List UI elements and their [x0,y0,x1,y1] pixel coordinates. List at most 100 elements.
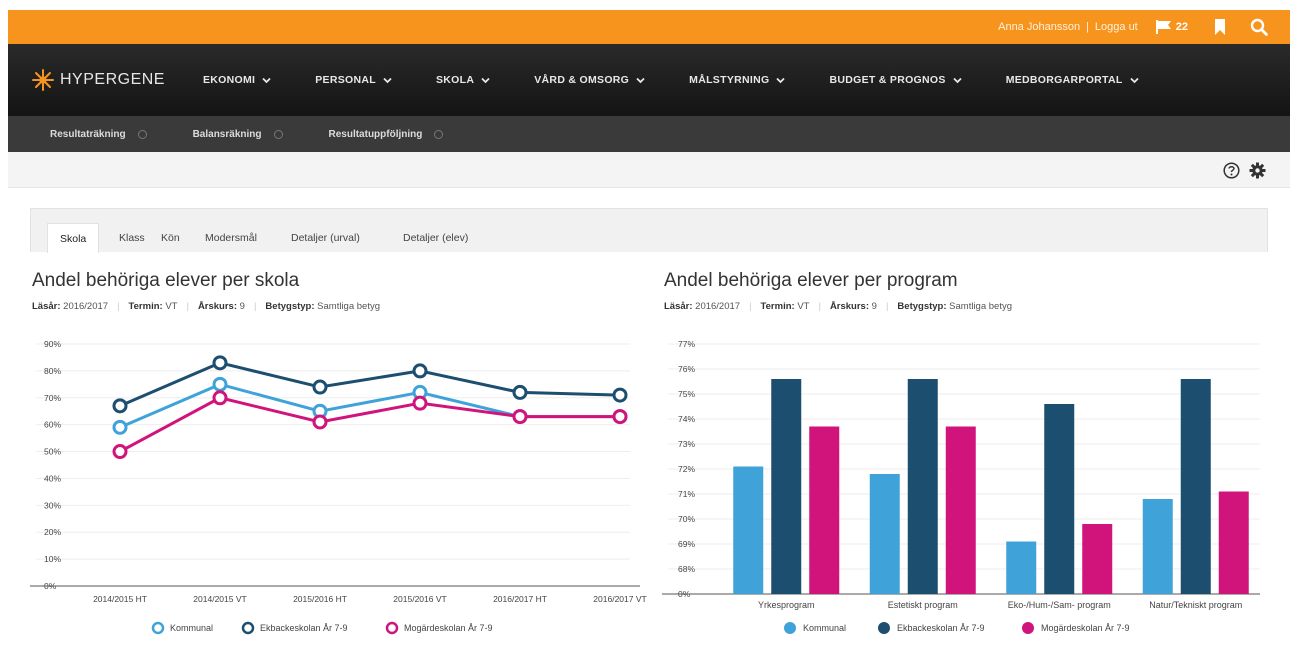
legend-label: Ekbackeskolan År 7-9 [897,623,985,633]
y-tick-label: 80% [44,366,61,376]
user-name[interactable]: Anna Johansson [998,21,1080,33]
data-point[interactable] [312,414,328,430]
bar[interactable] [1006,541,1037,595]
bar[interactable] [869,474,900,594]
bar[interactable] [771,379,802,594]
data-point[interactable] [512,409,528,425]
logout-link[interactable]: Logga ut [1095,21,1138,33]
subnav-resultatrakning[interactable]: Resultaträkning [50,129,147,140]
line-chart: 0%10%20%30%40%50%60%70%80%90%2014/2015 H… [30,339,647,635]
legend-marker [151,621,165,635]
bar[interactable] [1142,499,1173,594]
tab-kon[interactable]: Kön [149,223,192,253]
subnav-resultatuppfoljning[interactable]: Resultatuppföljning [329,129,444,140]
x-tick-label: 2014/2015 HT [93,594,147,604]
filter-value: VT [165,301,178,312]
nav-malstyrning[interactable]: MÅLSTYRNING [689,74,786,86]
legend-label: Mogärdeskolan År 7-9 [1041,623,1130,633]
y-tick-label: 69% [678,539,695,549]
y-tick-label: 77% [678,339,695,349]
bar[interactable] [945,426,976,595]
bar[interactable] [1180,379,1211,594]
nav-vard-omsorg[interactable]: VÅRD & OMSORG [534,74,645,86]
filter-value: Samtliga betyg [317,301,380,312]
series-line [119,382,620,429]
y-tick-label: 72% [678,464,695,474]
y-tick-label: 30% [44,500,61,510]
x-tick-label: Eko-/Hum-/Sam- program [1008,600,1111,610]
separator: | [885,301,889,312]
data-point[interactable] [512,384,528,400]
bar[interactable] [1082,524,1113,594]
y-tick-label: 74% [678,414,695,424]
tab-modersmal[interactable]: Modersmål [193,223,269,253]
nav-ekonomi[interactable]: EKONOMI [203,74,271,86]
y-tick-label: 75% [678,389,695,399]
tab-detaljer-urval[interactable]: Detaljer (urval) [279,223,372,253]
filter-value: Samtliga betyg [949,301,1012,312]
flag-count[interactable]: 22 [1176,21,1188,33]
y-tick-label: 76% [678,364,695,374]
circle-icon [273,129,283,139]
x-tick-label: Estetiskt program [888,600,958,610]
legend-label: Mogärdeskolan År 7-9 [404,623,493,633]
x-tick-label: 2016/2017 VT [593,594,646,604]
legend-marker [878,622,890,634]
separator: | [186,301,189,312]
nav-skola[interactable]: SKOLA [436,74,490,86]
series-line [119,361,621,408]
data-point[interactable] [412,363,428,379]
main-nav: HYPERGENE EKONOMI PERSONAL SKOLA VÅRD & … [8,44,1290,116]
data-point[interactable] [312,379,328,395]
separator: | [117,301,120,312]
chevron-down-icon [481,77,490,83]
chevron-down-icon [636,77,645,83]
data-point[interactable] [612,387,628,403]
tab-bar: Skola Klass Kön Modersmål Detaljer (urva… [30,208,1268,253]
x-tick-label: Yrkesprogram [758,600,815,610]
bar-chart-title: Andel behöriga elever per program [664,270,958,291]
separator: | [749,301,752,312]
filter-label: Läsår: [664,301,693,312]
y-tick-label: 68% [678,564,695,574]
bookmark-icon[interactable] [1214,19,1226,35]
circle-icon [137,129,147,139]
x-tick-label: 2015/2016 HT [293,594,347,604]
data-point[interactable] [412,395,428,411]
y-tick-label: 20% [44,527,61,537]
flag-icon[interactable] [1155,20,1172,34]
bar[interactable] [1218,491,1249,595]
data-point[interactable] [212,376,228,392]
legend-marker [385,621,399,635]
bar[interactable] [809,426,840,595]
y-tick-label: 90% [44,339,61,349]
legend-label: Kommunal [803,623,846,633]
x-tick-label: Natur/Tekniskt program [1149,600,1242,610]
nav-medborgarportal[interactable]: MEDBORGARPORTAL [1006,74,1139,86]
y-tick-label: 40% [44,473,61,483]
gear-icon[interactable] [1249,162,1266,179]
help-icon[interactable] [1223,162,1240,179]
search-icon[interactable] [1250,18,1268,36]
bar[interactable] [907,379,938,594]
data-point[interactable] [612,409,628,425]
legend-marker [784,622,796,634]
tab-detaljer-elev[interactable]: Detaljer (elev) [391,223,480,253]
data-point[interactable] [112,398,128,414]
nav-personal[interactable]: PERSONAL [315,74,392,86]
y-tick-label: 71% [678,489,695,499]
bar[interactable] [1044,404,1075,594]
filter-value: 9 [239,301,245,312]
data-point[interactable] [112,419,128,435]
subnav-balansrakning[interactable]: Balansräkning [193,129,283,140]
brand-logo[interactable]: HYPERGENE [32,69,165,91]
bar[interactable] [733,466,764,595]
tab-skola[interactable]: Skola [47,223,100,253]
data-point[interactable] [212,390,228,406]
nav-budget-prognos[interactable]: BUDGET & PROGNOS [829,74,962,86]
filter-label: Betygstyp: [897,301,947,312]
data-point[interactable] [112,444,128,460]
data-point[interactable] [212,355,228,371]
separator: | [818,301,821,312]
filter-value: 2016/2017 [695,301,741,312]
